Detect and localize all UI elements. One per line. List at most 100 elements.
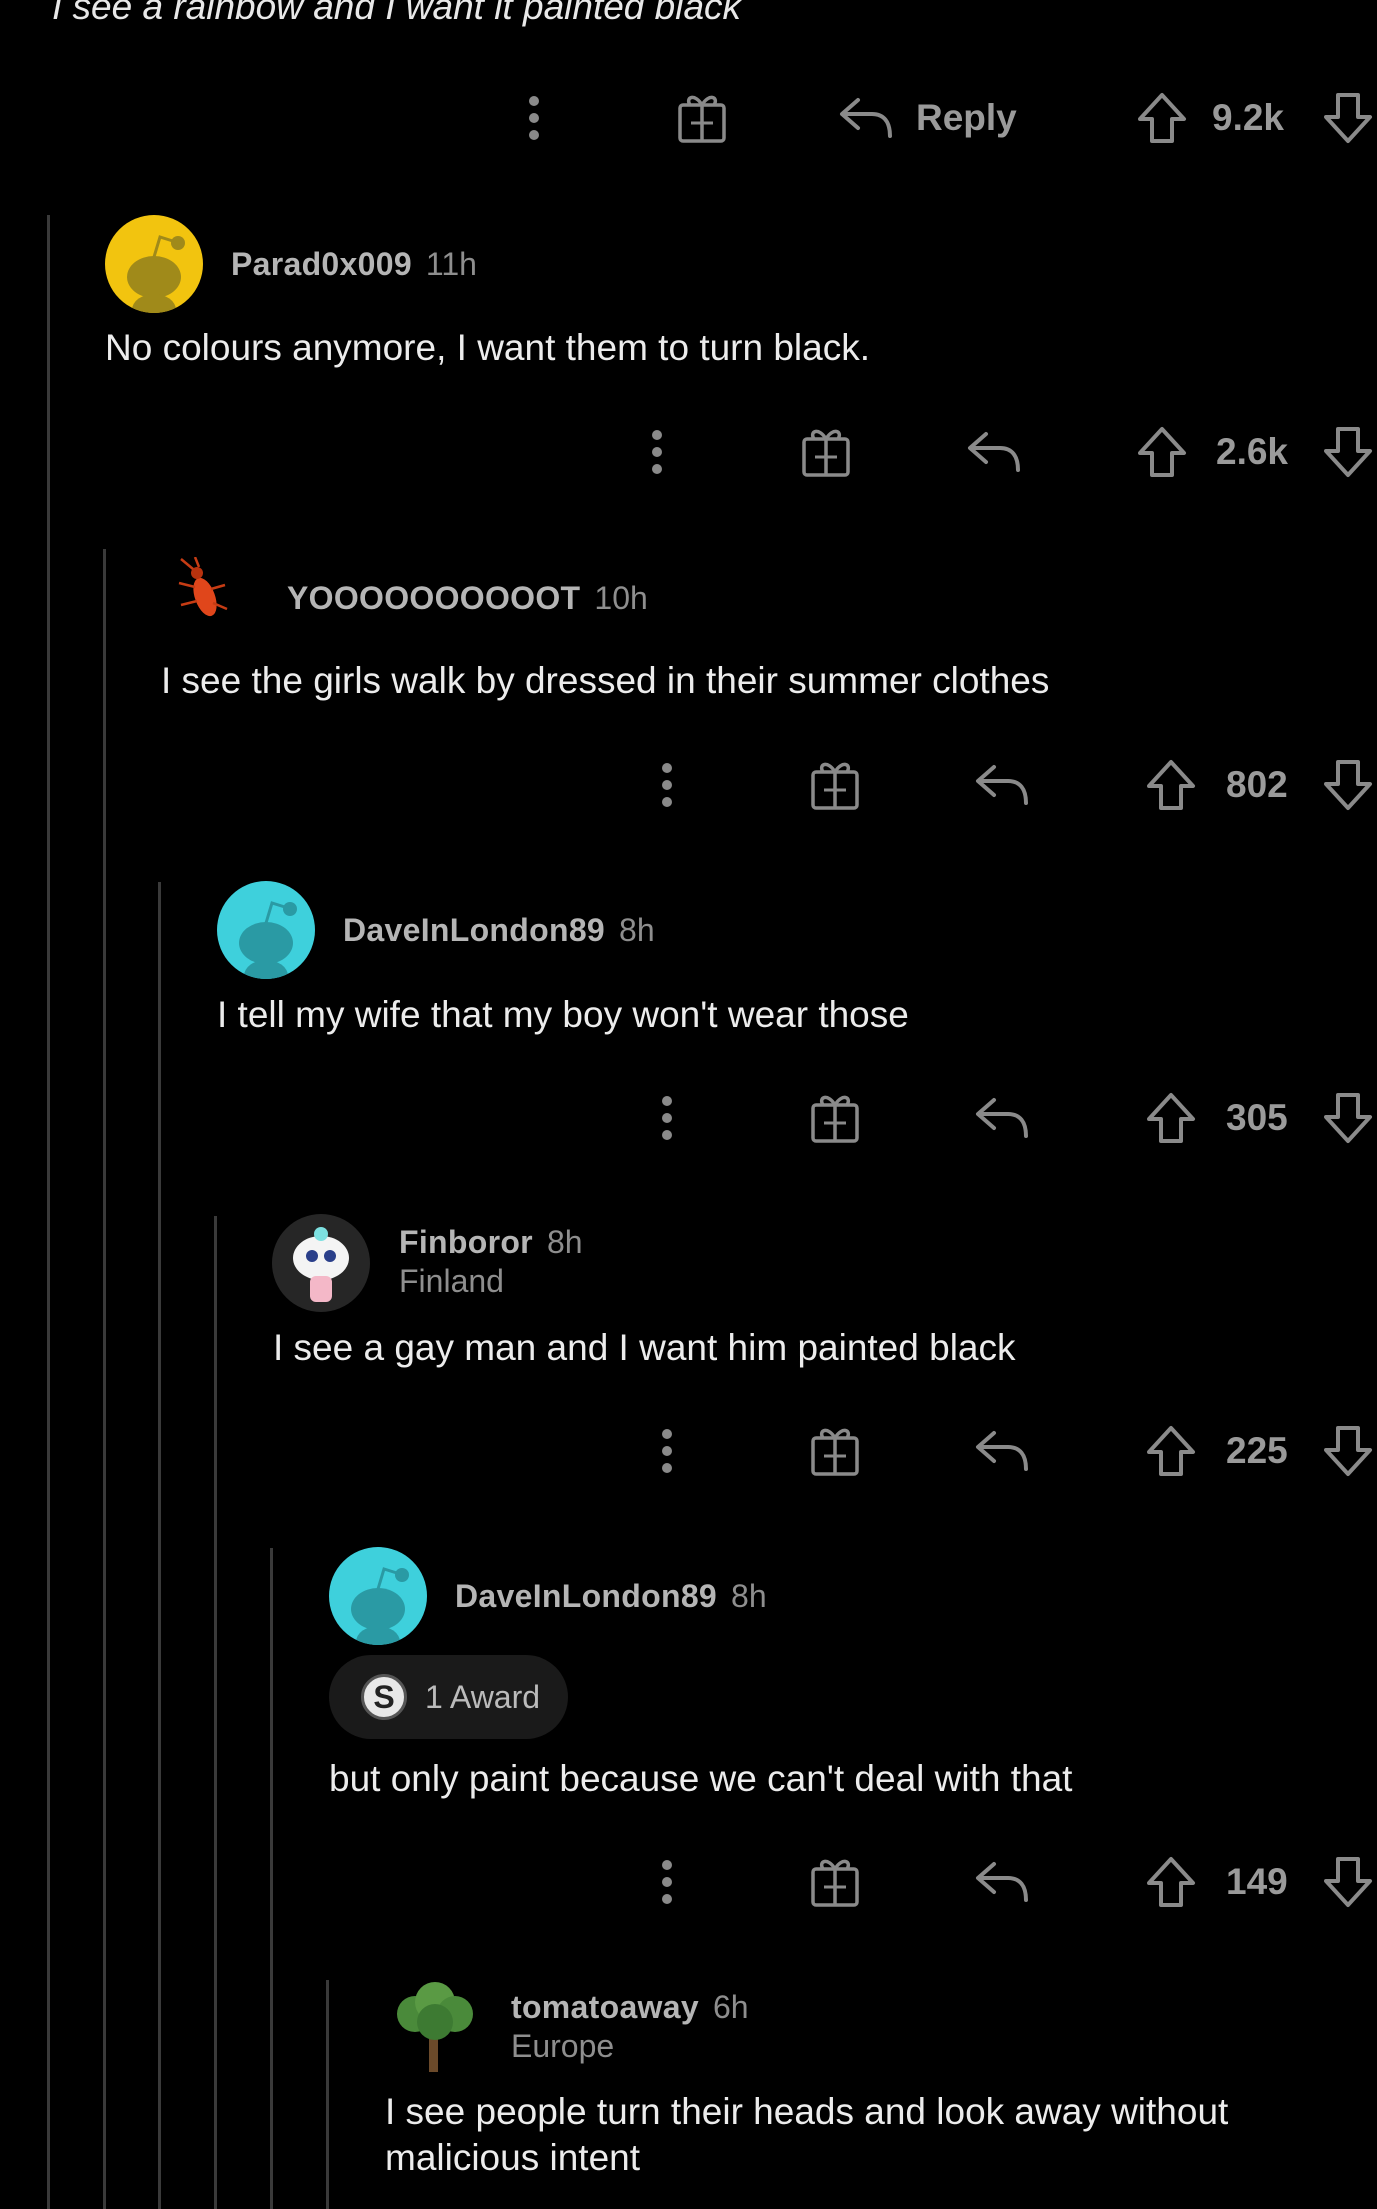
reply-button[interactable] <box>964 422 1024 482</box>
comment-actions: 305 <box>0 1088 1377 1148</box>
comment-actions: 802 <box>0 755 1377 815</box>
username[interactable]: tomatoaway <box>511 1989 699 2026</box>
award-badge[interactable]: S 1 Award <box>329 1655 569 1739</box>
downvote-icon <box>1324 1093 1372 1143</box>
give-award-button[interactable] <box>805 1852 865 1912</box>
downvote-button[interactable] <box>1320 1088 1376 1148</box>
downvote-button[interactable] <box>1320 1852 1376 1912</box>
reply-icon <box>976 765 1028 805</box>
more-button[interactable] <box>645 1852 689 1912</box>
comment-body: No colours anymore, I want them to turn … <box>105 327 871 368</box>
score: 9.2k <box>1212 97 1285 138</box>
give-award-button[interactable] <box>672 88 732 148</box>
thread-line[interactable] <box>326 1980 329 2209</box>
custom-avatar-icon <box>293 1227 349 1302</box>
downvote-icon <box>1324 93 1372 143</box>
avatar[interactable] <box>217 881 315 979</box>
score: 2.6k <box>1216 431 1289 472</box>
snoo-avatar-icon <box>239 901 297 979</box>
reply-label: Reply <box>916 97 1017 138</box>
downvote-icon <box>1324 427 1372 477</box>
upvote-button[interactable] <box>1143 755 1199 815</box>
upvote-icon <box>1147 1093 1195 1143</box>
more-button[interactable] <box>512 88 556 148</box>
avatar[interactable] <box>272 1214 370 1312</box>
comment-body: I see a gay man and I want him painted b… <box>273 1327 1016 1368</box>
thread-line[interactable] <box>214 1216 217 2209</box>
reply-button[interactable]: Reply <box>838 88 1028 148</box>
comment-actions: 225 <box>0 1421 1377 1481</box>
user-location: Europe <box>511 2028 615 2064</box>
score: 225 <box>1226 1430 1288 1471</box>
more-button[interactable] <box>635 422 679 482</box>
give-award-button[interactable] <box>805 1088 865 1148</box>
avatar[interactable] <box>329 1547 427 1645</box>
more-icon <box>662 763 672 807</box>
timestamp: 8h <box>619 911 655 948</box>
reply-icon <box>968 432 1020 472</box>
avatar[interactable] <box>385 1978 483 2076</box>
comment-body: I see people turn their heads and look a… <box>385 2091 1229 2178</box>
upvote-button[interactable] <box>1134 88 1190 148</box>
timestamp: 10h <box>594 579 648 616</box>
username[interactable]: DaveInLondon89 <box>455 1578 717 1615</box>
downvote-button[interactable] <box>1320 755 1376 815</box>
upvote-button[interactable] <box>1143 1852 1199 1912</box>
comment-body: but only paint because we can't deal wit… <box>329 1758 1073 1799</box>
upvote-icon <box>1138 93 1186 143</box>
gift-icon <box>678 95 726 143</box>
more-button[interactable] <box>645 1088 689 1148</box>
more-button[interactable] <box>645 755 689 815</box>
reply-button[interactable] <box>972 1088 1032 1148</box>
timestamp: 11h <box>425 245 477 282</box>
give-award-button[interactable] <box>805 755 865 815</box>
upvote-button[interactable] <box>1134 422 1190 482</box>
award-count: 1 Award <box>425 1678 541 1715</box>
gift-icon <box>811 1095 859 1143</box>
username[interactable]: DaveInLondon89 <box>343 912 605 949</box>
snoo-avatar-icon <box>127 235 185 313</box>
give-award-button[interactable] <box>805 1421 865 1481</box>
award-icon: S <box>361 1674 407 1720</box>
comment-actions: 149 <box>0 1852 1377 1912</box>
top-action-bar: Reply 9.2k <box>0 88 1377 148</box>
gift-icon <box>811 762 859 810</box>
timestamp: 8h <box>731 1577 767 1614</box>
downvote-button[interactable] <box>1320 88 1376 148</box>
post-text: I see a rainbow and I want it painted bl… <box>52 0 742 27</box>
avatar[interactable] <box>105 215 203 313</box>
more-icon <box>652 430 662 474</box>
more-icon <box>662 1096 672 1140</box>
more-icon <box>529 96 539 140</box>
user-location: Finland <box>399 1263 504 1299</box>
reply-icon <box>976 1098 1028 1138</box>
more-button[interactable] <box>645 1421 689 1481</box>
upvote-button[interactable] <box>1143 1088 1199 1148</box>
upvote-button[interactable] <box>1143 1421 1199 1481</box>
reply-button[interactable] <box>972 755 1032 815</box>
gift-icon <box>811 1859 859 1907</box>
gift-icon <box>802 429 850 477</box>
timestamp: 6h <box>712 1988 749 2025</box>
downvote-icon <box>1324 760 1372 810</box>
downvote-icon <box>1324 1857 1372 1907</box>
downvote-button[interactable] <box>1320 422 1376 482</box>
avatar[interactable] <box>175 557 229 627</box>
username[interactable]: Parad0x009 <box>231 246 412 283</box>
score: 305 <box>1226 1097 1288 1138</box>
downvote-icon <box>1324 1426 1372 1476</box>
gift-icon <box>811 1428 859 1476</box>
give-award-button[interactable] <box>796 422 856 482</box>
username[interactable]: Finboror <box>399 1224 533 1261</box>
comment-body: I see the girls walk by dressed in their… <box>161 660 1050 701</box>
score: 149 <box>1226 1861 1288 1902</box>
comment-actions: 2.6k <box>0 422 1377 482</box>
username[interactable]: YOOOOOOOOOOT <box>287 580 580 617</box>
thread-line[interactable] <box>158 882 161 2209</box>
downvote-button[interactable] <box>1320 1421 1376 1481</box>
reply-button[interactable] <box>972 1421 1032 1481</box>
upvote-icon <box>1147 1857 1195 1907</box>
reply-button[interactable] <box>972 1852 1032 1912</box>
timestamp: 8h <box>546 1223 583 1260</box>
upvote-icon <box>1138 427 1186 477</box>
